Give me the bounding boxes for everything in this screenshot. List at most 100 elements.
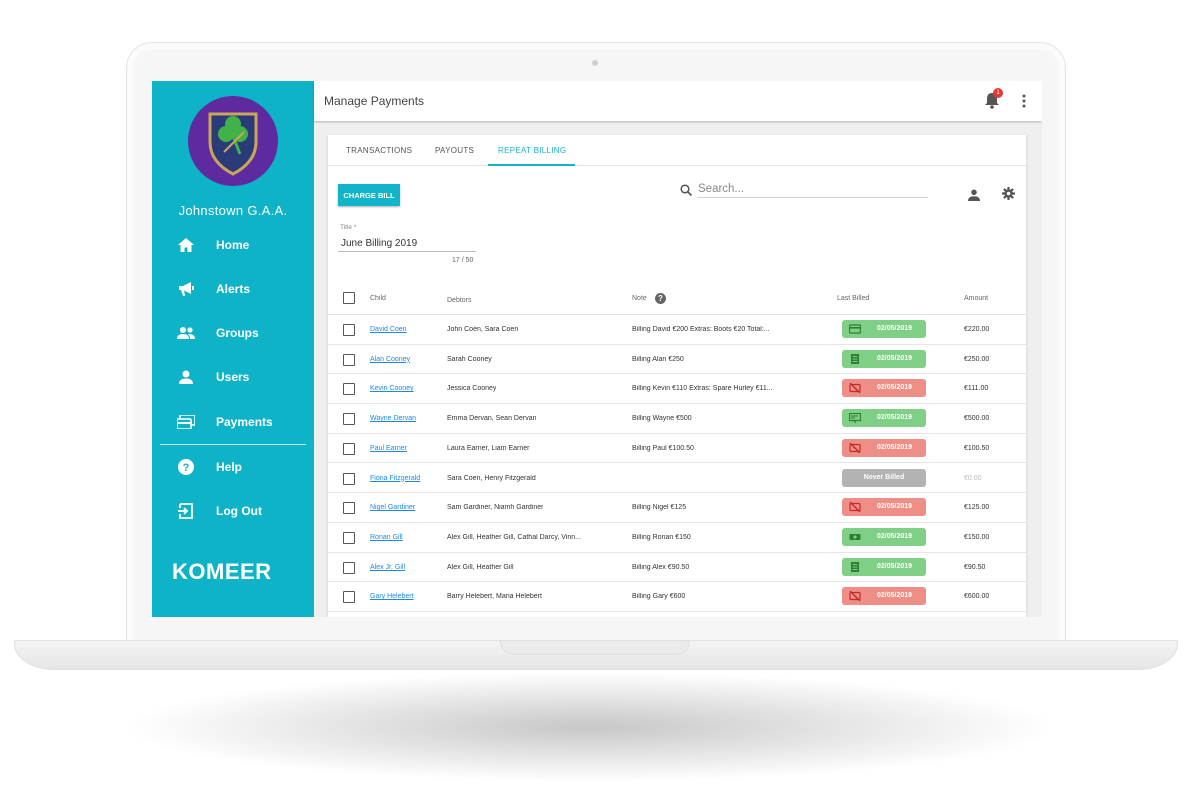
table-row[interactable]: Kevin Cooney Jessica Cooney Billing Kevin … xyxy=(328,374,1026,405)
title-input[interactable] xyxy=(338,236,476,252)
row-checkbox[interactable] xyxy=(343,383,355,396)
sidebar-item-alerts[interactable]: Alerts xyxy=(152,271,314,307)
column-child[interactable]: Child xyxy=(370,295,386,302)
sidebar-item-payments[interactable]: Payments xyxy=(152,404,314,440)
last-billed-status-badge: 02/05/2019 xyxy=(842,498,926,517)
debtors-cell: Emma Dervan, Sean Dervan xyxy=(447,415,537,423)
select-all-checkbox[interactable] xyxy=(343,292,355,304)
child-link[interactable]: Gary Helebert xyxy=(370,593,414,600)
last-billed-text: 02/05/2019 xyxy=(877,562,913,570)
app-header: Manage Payments 1 xyxy=(314,81,1042,121)
debtors-cell: Jessica Cooney xyxy=(447,385,497,393)
title-char-counter: 17 / 50 xyxy=(452,257,474,264)
row-checkbox[interactable] xyxy=(343,413,355,426)
tab-payouts[interactable]: PAYOUTS xyxy=(435,146,474,155)
row-checkbox[interactable] xyxy=(343,591,355,604)
last-billed-status-badge: 02/05/2019 xyxy=(842,349,926,368)
user-icon xyxy=(176,367,196,387)
column-last-billed[interactable]: Last Billed xyxy=(837,295,869,302)
table-row[interactable]: Wayne Dervan Emma Dervan, Sean Dervan Bill… xyxy=(328,404,1026,434)
last-billed-status-badge: 02/05/2019 xyxy=(842,438,926,457)
club-crest xyxy=(188,96,278,186)
child-link[interactable]: Fiona Fitzgerald xyxy=(370,475,420,482)
row-checkbox[interactable] xyxy=(343,353,355,366)
child-link[interactable]: Kevin Cooney xyxy=(370,385,414,392)
table-row[interactable]: Ronan Gill Alex Gill, Heather Gill, Catha… xyxy=(328,523,1026,553)
payment-icon xyxy=(176,412,196,432)
child-link[interactable]: Alex Jr. Gill xyxy=(370,564,405,571)
sidebar-item-label: Users xyxy=(216,370,250,384)
home-icon xyxy=(176,235,196,255)
row-checkbox[interactable] xyxy=(343,561,355,574)
note-cell: Billing Alex €90.50 xyxy=(632,563,690,571)
child-link[interactable]: Ronan Gill xyxy=(370,534,403,541)
table-row[interactable]: David Coen John Coen, Sara Coen Billing Da… xyxy=(328,315,1026,345)
search-input[interactable] xyxy=(698,180,928,198)
cheque-icon xyxy=(848,412,862,424)
sidebar-item-logout[interactable]: Log Out xyxy=(152,493,314,529)
last-billed-status-badge: 02/05/2019 xyxy=(842,587,926,606)
logout-icon xyxy=(176,501,196,521)
amount-cell: €600.00 xyxy=(964,593,990,601)
last-billed-status-badge: 02/05/2019 xyxy=(842,320,926,338)
table-row[interactable]: Gary Helebert Barry Helebert, Maria Heleb… xyxy=(328,582,1026,612)
child-link[interactable]: Nigel Gardiner xyxy=(370,504,415,511)
debtors-cell: Sam Gardiner, Niamh Gardiner xyxy=(447,504,544,512)
last-billed-status-badge: 02/05/2019 xyxy=(842,557,926,576)
active-tab-indicator xyxy=(488,164,575,166)
invoice-icon xyxy=(849,353,861,364)
last-billed-status-badge: 02/05/2019 xyxy=(842,527,926,546)
row-checkbox[interactable] xyxy=(343,324,355,336)
search-icon xyxy=(680,183,693,197)
child-link[interactable]: Paul Earner xyxy=(370,445,407,452)
sidebar-item-label: Help xyxy=(216,460,243,474)
repeat-billing-card: TRANSACTIONS PAYOUTS REPEAT BILLING CHAR… xyxy=(328,135,1026,617)
debtors-cell: Sarah Cooney xyxy=(447,355,492,363)
megaphone-icon xyxy=(176,279,196,299)
table-row[interactable]: Fiona Fitzgerald Sara Coen, Henry Fitzger… xyxy=(328,464,1026,494)
sidebar-item-home[interactable]: Home xyxy=(152,227,314,263)
logo-text: KOMEER xyxy=(172,559,272,584)
laptop-notch xyxy=(500,641,690,655)
notification-badge: 1 xyxy=(993,88,1003,98)
table-row[interactable]: Nigel Gardiner Sam Gardiner, Niamh Gardin… xyxy=(328,493,1026,523)
row-checkbox[interactable] xyxy=(343,442,355,455)
sidebar-item-users[interactable]: Users xyxy=(152,359,314,395)
debtors-cell: John Coen, Sara Coen xyxy=(447,326,519,333)
sidebar-item-groups[interactable]: Groups xyxy=(152,315,314,351)
table-row[interactable]: Alan Cooney Sarah Cooney Billing Alan €250… xyxy=(328,345,1026,375)
row-checkbox[interactable] xyxy=(343,472,355,485)
debtors-cell: Alex Gill, Heather Gill xyxy=(447,563,514,571)
column-note[interactable]: Note xyxy=(632,295,647,302)
tab-repeat-billing[interactable]: REPEAT BILLING xyxy=(498,146,566,155)
row-checkbox[interactable] xyxy=(343,531,355,544)
tab-bar: TRANSACTIONS PAYOUTS REPEAT BILLING xyxy=(328,135,1026,166)
sidebar-item-label: Payments xyxy=(216,415,273,429)
title-field-label: Title * xyxy=(340,224,357,231)
more-menu-icon[interactable] xyxy=(1021,93,1027,109)
amount-cell: €150.00 xyxy=(964,533,990,541)
column-amount[interactable]: Amount xyxy=(964,295,988,302)
sidebar-item-help[interactable]: ? Help xyxy=(152,449,314,485)
sidebar-divider xyxy=(160,444,306,445)
note-help-icon[interactable]: ? xyxy=(655,293,666,304)
debtors-cell: Sara Coen, Henry Fitzgerald xyxy=(447,474,536,482)
gear-icon[interactable] xyxy=(1002,187,1015,200)
note-cell: Billing David €200 Extras: Boots €20 Tot… xyxy=(632,326,770,333)
tab-transactions[interactable]: TRANSACTIONS xyxy=(346,146,412,155)
charge-bill-button[interactable]: CHARGE BILL xyxy=(338,184,400,206)
club-name: Johnstown G.A.A. xyxy=(178,203,288,218)
child-link[interactable]: David Coen xyxy=(370,326,407,333)
last-billed-text: 02/05/2019 xyxy=(877,443,913,451)
person-filter-icon[interactable] xyxy=(968,188,980,201)
column-debtors[interactable]: Debtors xyxy=(447,297,472,304)
child-link[interactable]: Alan Cooney xyxy=(370,356,410,363)
groups-icon xyxy=(176,323,196,343)
page-title: Manage Payments xyxy=(324,94,425,108)
debtors-cell: Laura Earner, Liam Earner xyxy=(447,444,530,452)
row-checkbox[interactable] xyxy=(343,502,355,515)
table-row[interactable]: Paul Earner Laura Earner, Liam Earner Bill… xyxy=(328,434,1026,464)
child-link[interactable]: Wayne Dervan xyxy=(370,415,416,422)
table-row[interactable]: Alex Jr. Gill Alex Gill, Heather Gill Bill… xyxy=(328,553,1026,583)
last-billed-status-badge: 02/05/2019 xyxy=(842,409,926,428)
